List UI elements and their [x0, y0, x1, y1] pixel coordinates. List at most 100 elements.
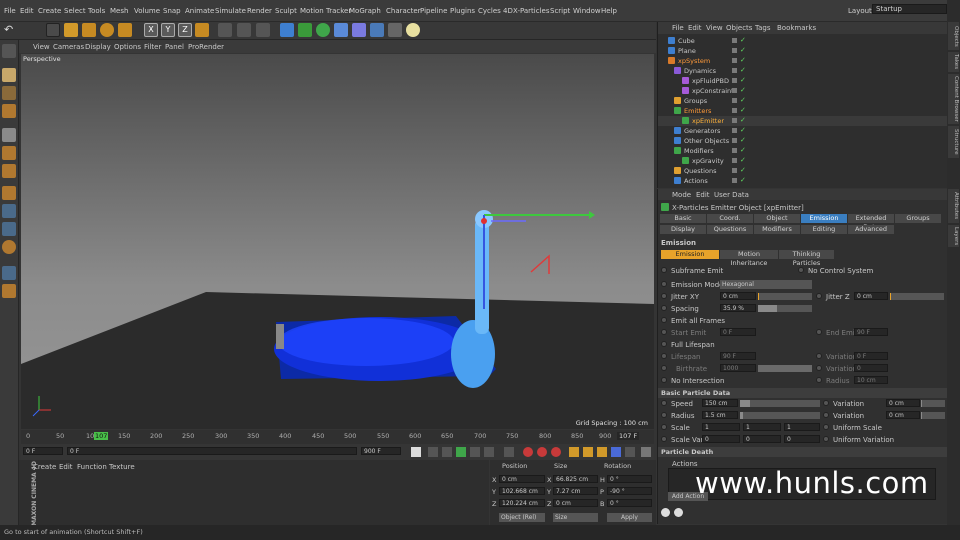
tweak-icon[interactable] [2, 204, 16, 218]
scale-y-field[interactable]: 1 [743, 423, 781, 431]
enabled-check-icon[interactable]: ✓ [740, 176, 746, 184]
birthrate-slider[interactable] [758, 365, 812, 372]
tab-basic[interactable]: Basic [660, 214, 706, 223]
object-name[interactable]: xpEmitter [692, 117, 724, 125]
anim-dot[interactable] [816, 353, 822, 359]
anim-dot[interactable] [823, 436, 829, 442]
object-name[interactable]: Groups [684, 97, 707, 105]
full-lifespan-checkbox[interactable]: Full Lifespan [671, 341, 715, 349]
vp-menu-view[interactable]: View [33, 43, 50, 51]
rtab-content-browser[interactable]: Content Browser [948, 74, 959, 124]
menu-mograph[interactable]: MoGraph [349, 7, 381, 15]
object-row[interactable]: Plane ✓ [658, 46, 948, 56]
attr-menu-edit[interactable]: Edit [696, 191, 710, 199]
spacing-field[interactable]: 35.9 % [720, 304, 756, 312]
visibility-dots[interactable] [732, 98, 737, 103]
scale-var-y-field[interactable]: 0 [743, 435, 781, 443]
visibility-dots[interactable] [732, 38, 737, 43]
rtab-takes[interactable]: Takes [948, 52, 959, 72]
object-name[interactable]: xpFluidPBD [692, 77, 729, 85]
size-y-field[interactable]: 7.27 cm [553, 487, 598, 495]
axis-mode-icon[interactable] [2, 186, 16, 200]
radius-variation-field[interactable]: 0 cm [886, 411, 920, 419]
menu-sculpt[interactable]: Sculpt [275, 7, 297, 15]
anim-dot[interactable] [661, 424, 667, 430]
rotation-h-field[interactable]: 0 ° [607, 475, 652, 483]
object-row[interactable]: xpGravity ✓ [658, 156, 948, 166]
enabled-check-icon[interactable]: ✓ [740, 76, 746, 84]
timeline-menu-icon[interactable] [641, 447, 651, 457]
deformer-icon[interactable] [352, 23, 366, 37]
enabled-check-icon[interactable]: ✓ [740, 86, 746, 94]
visibility-dots[interactable] [732, 178, 737, 183]
coord-mode-select[interactable]: Object (Rel) [499, 513, 545, 522]
basic-particle-data-header[interactable]: Basic Particle Data [658, 388, 948, 398]
enabled-check-icon[interactable]: ✓ [740, 126, 746, 134]
vp-menu-cameras[interactable]: Cameras [53, 43, 84, 51]
start-emit-field[interactable]: 0 F [720, 328, 756, 336]
mat-menu-function[interactable]: Function [77, 463, 107, 471]
spline-pen-icon[interactable] [298, 23, 312, 37]
menu-cycles[interactable]: Cycles 4D [478, 7, 513, 15]
render-settings-icon[interactable] [256, 23, 270, 37]
attr-menu-mode[interactable]: Mode [672, 191, 691, 199]
undo-icon[interactable]: ↶ [4, 23, 18, 37]
object-name[interactable]: Other Objects [684, 137, 729, 145]
frame-range-slider[interactable]: 0 F [67, 447, 357, 455]
radius-field[interactable]: 1.5 cm [702, 411, 738, 419]
menu-pipeline[interactable]: Pipeline [420, 7, 447, 15]
timeline-ruler[interactable]: 0 50 100 107 150 200 250 300 350 400 450… [21, 430, 654, 444]
enabled-check-icon[interactable]: ✓ [740, 36, 746, 44]
enabled-check-icon[interactable]: ✓ [740, 146, 746, 154]
obj-menu-view[interactable]: View [706, 24, 723, 32]
subframe-emit-checkbox[interactable]: Subframe Emit [671, 267, 723, 275]
uniform-variation-checkbox[interactable]: Uniform Variation [833, 436, 894, 444]
menu-window[interactable]: Window [573, 7, 601, 15]
x-axis-icon[interactable]: X [144, 23, 158, 37]
anim-dot[interactable] [816, 329, 822, 335]
object-row[interactable]: Other Objects ✓ [658, 136, 948, 146]
particle-death-header[interactable]: Particle Death [658, 447, 948, 457]
jitter-z-field[interactable]: 0 cm [854, 292, 888, 300]
enabled-check-icon[interactable]: ✓ [740, 66, 746, 74]
viewport[interactable]: Perspective Grid Spacing : 100 cm [21, 54, 654, 429]
vp-menu-options[interactable]: Options [114, 43, 141, 51]
anim-dot[interactable] [661, 305, 667, 311]
workplane-icon[interactable] [2, 104, 16, 118]
speed-variation-field[interactable]: 0 cm [886, 399, 920, 407]
scale-x-field[interactable]: 1 [702, 423, 740, 431]
obj-menu-tags[interactable]: Tags [755, 24, 771, 32]
menu-plugins[interactable]: Plugins [450, 7, 475, 15]
pla-key-icon[interactable] [625, 447, 635, 457]
mat-menu-texture[interactable]: Texture [109, 463, 135, 471]
scale-var-z-field[interactable]: 0 [784, 435, 820, 443]
visibility-dots[interactable] [732, 88, 737, 93]
vp-menu-display[interactable]: Display [85, 43, 111, 51]
rtab-structure[interactable]: Structure [948, 126, 959, 158]
speed-slider[interactable] [740, 400, 820, 407]
menu-character[interactable]: Character [386, 7, 421, 15]
anim-dot[interactable] [661, 281, 667, 287]
anim-dot[interactable] [661, 267, 667, 273]
object-row[interactable]: xpConstraints ✓ [658, 86, 948, 96]
menu-help[interactable]: Help [601, 7, 617, 15]
tab-advanced[interactable]: Advanced [848, 225, 894, 234]
visibility-dots[interactable] [732, 138, 737, 143]
end-emit-field[interactable]: 90 F [854, 328, 888, 336]
menu-simulate[interactable]: Simulate [215, 7, 246, 15]
no-intersection-checkbox[interactable]: No Intersection [671, 377, 724, 385]
move-key-icon[interactable] [569, 447, 579, 457]
birthrate-field[interactable]: 1000 [720, 364, 756, 372]
vp-menu-prorender[interactable]: ProRender [188, 43, 224, 51]
tab-editing[interactable]: Editing [801, 225, 847, 234]
visibility-dots[interactable] [732, 108, 737, 113]
speed-field[interactable]: 150 cm [702, 399, 738, 407]
menu-tools[interactable]: Tools [88, 7, 105, 15]
anim-dot[interactable] [823, 412, 829, 418]
lock-icon[interactable] [2, 240, 16, 254]
visibility-dots[interactable] [732, 168, 737, 173]
anim-dot[interactable] [816, 377, 822, 383]
object-row[interactable]: Generators ✓ [658, 126, 948, 136]
end-frame-field[interactable]: 900 F [361, 447, 401, 455]
rotate-key-icon[interactable] [597, 447, 607, 457]
